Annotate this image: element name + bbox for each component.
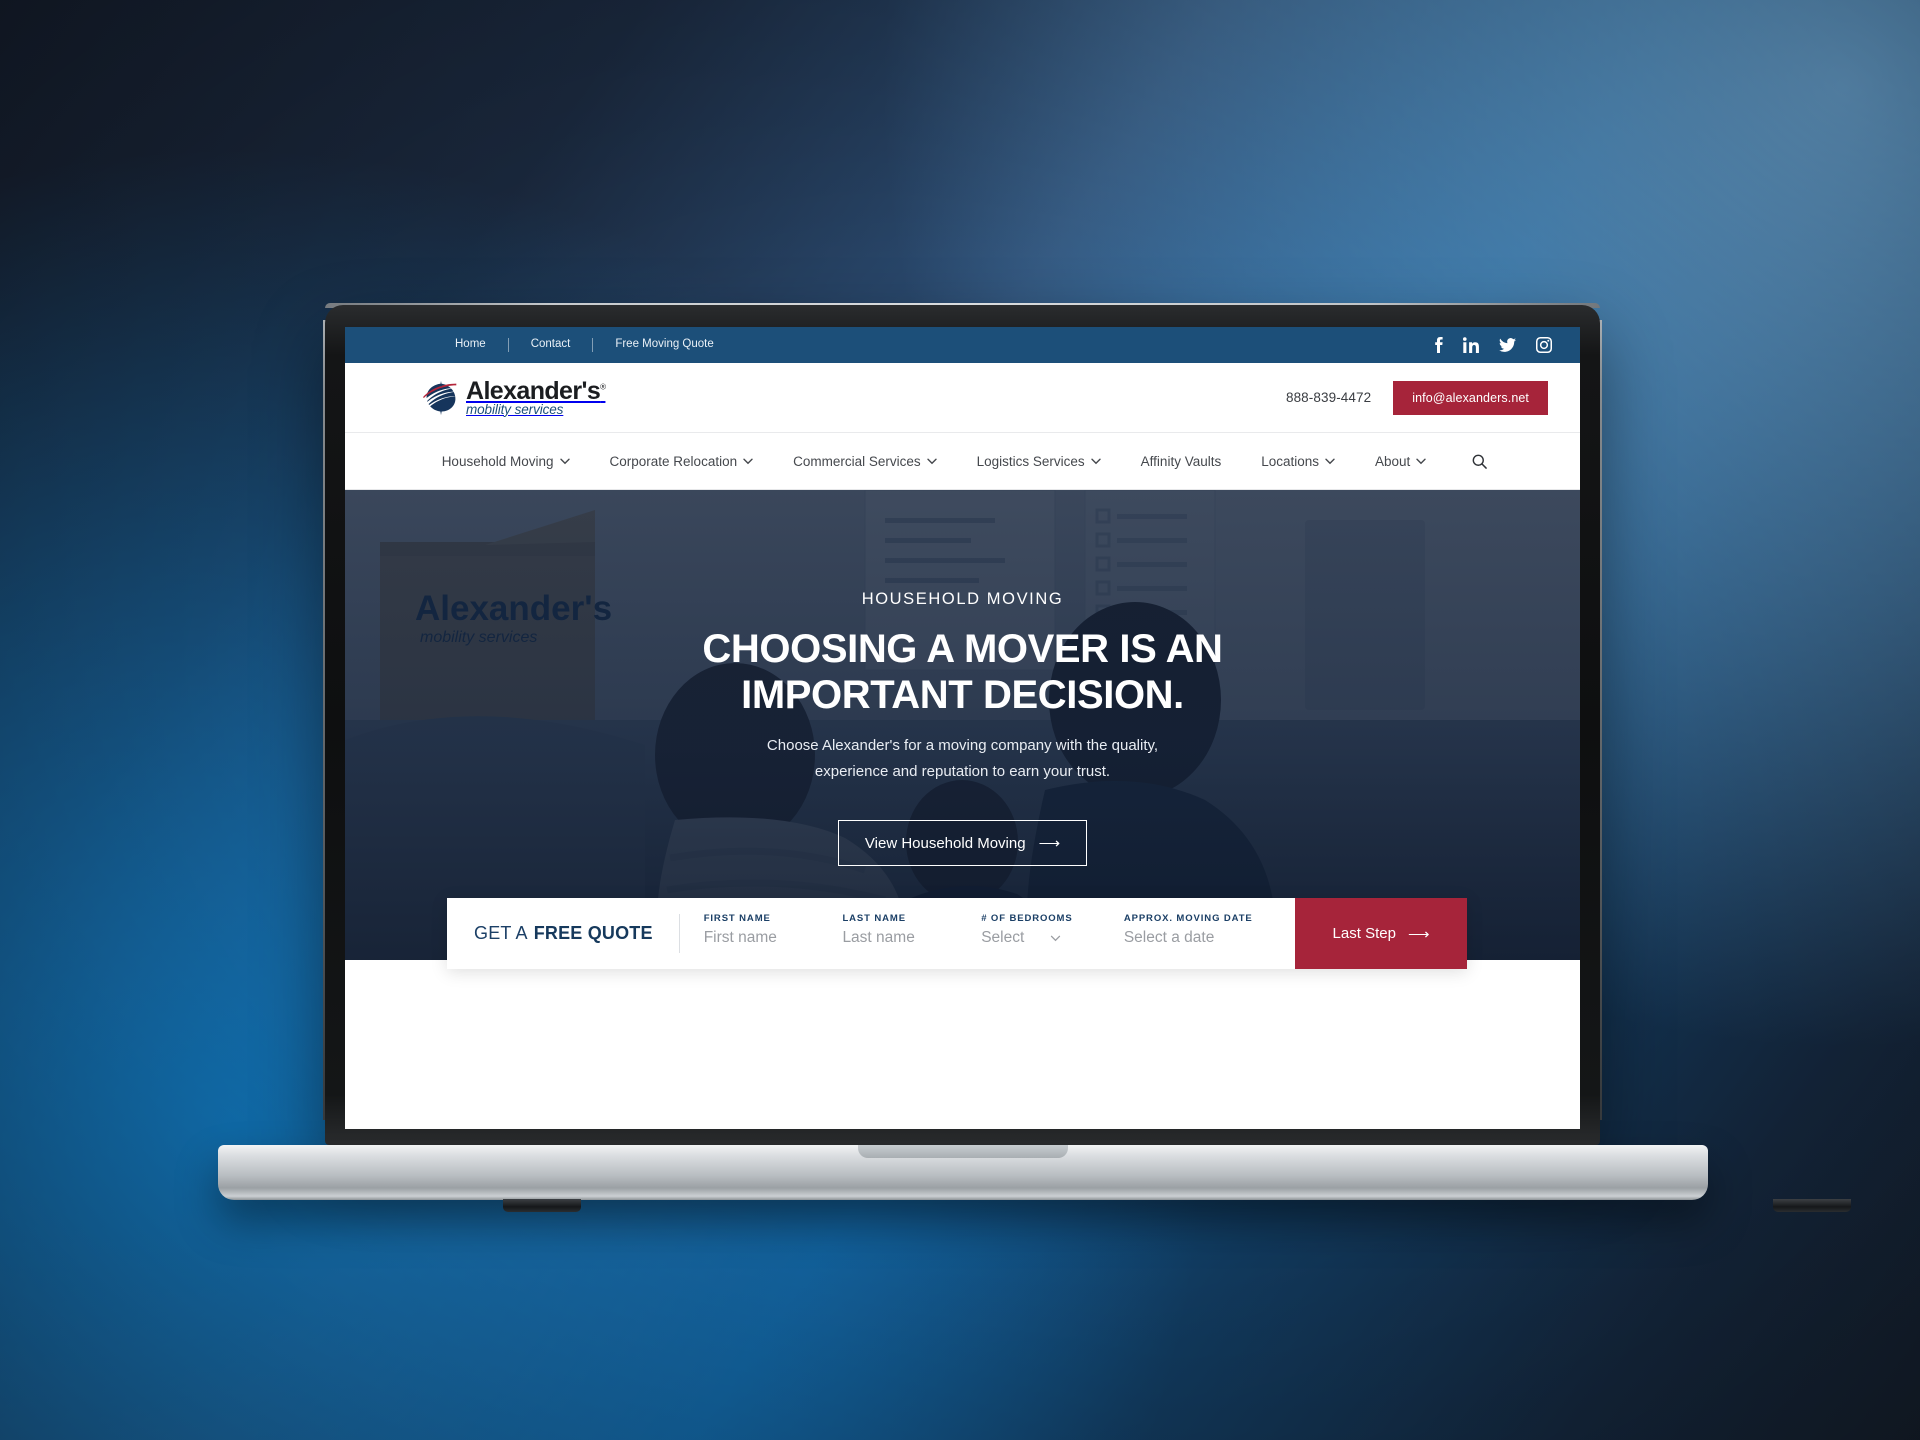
hero-subtitle: Choose Alexander's for a moving company … <box>345 733 1580 785</box>
quote-title-light: GET A <box>474 923 528 943</box>
chevron-down-icon <box>1325 458 1335 464</box>
email-button[interactable]: info@alexanders.net <box>1393 380 1548 415</box>
hero-carousel: Alexander's mobility services <box>345 490 1580 960</box>
field-moving-date: APPROX. MOVING DATE Select a date <box>1100 898 1295 969</box>
nav-label: Corporate Relocation <box>609 453 738 469</box>
hero-title-line-1: CHOOSING A MOVER IS AN <box>702 627 1223 671</box>
hero-subtitle-line-2: experience and reputation to earn your t… <box>814 762 1111 780</box>
hero-content: HOUSEHOLD MOVING CHOOSING A MOVER IS AN … <box>345 490 1580 867</box>
logo-wordmark: Alexander's® mobility services <box>466 376 606 417</box>
free-quote-form: GET A FREE QUOTE FIRST NAME First name L… <box>447 898 1467 969</box>
nav-item-about[interactable]: About <box>1355 454 1446 469</box>
chevron-down-icon <box>743 458 753 464</box>
instagram-icon[interactable] <box>1536 337 1552 353</box>
quote-form-title: GET A FREE QUOTE <box>447 898 679 969</box>
nav-item-logistics-services[interactable]: Logistics Services <box>957 454 1121 469</box>
arrow-right-icon: ⟶ <box>1407 925 1430 943</box>
bedrooms-label: # OF BEDROOMS <box>981 913 1073 924</box>
site-header: Alexander's® mobility services 888-839-4… <box>345 363 1580 433</box>
laptop-foot-right <box>1773 1199 1851 1212</box>
nav-label: Household Moving <box>441 453 554 469</box>
coverage-map <box>345 1092 1580 1129</box>
hero-title: CHOOSING A MOVER IS AN IMPORTANT DECISIO… <box>345 626 1580 719</box>
header-actions: 888-839-4472 info@alexanders.net <box>1286 380 1548 415</box>
browser-viewport: Home Contact Free Moving Quote Alexander… <box>345 327 1580 1129</box>
nav-item-household-moving[interactable]: Household Moving <box>422 454 590 469</box>
quote-title-bold: FREE QUOTE <box>533 923 653 943</box>
moving-date-label: APPROX. MOVING DATE <box>1123 913 1253 924</box>
chevron-down-icon <box>1051 935 1061 941</box>
nav-label: Locations <box>1261 453 1320 469</box>
laptop-foot-left <box>503 1199 581 1212</box>
moving-date-input[interactable]: Select a date <box>1124 929 1295 947</box>
nav-label: Logistics Services <box>976 453 1085 469</box>
laptop-base <box>218 1145 1851 1212</box>
chevron-down-icon <box>1416 458 1426 464</box>
topbar-link-free-moving-quote[interactable]: Free Moving Quote <box>593 339 735 351</box>
nav-label: About <box>1375 453 1411 469</box>
search-icon[interactable] <box>1446 454 1503 469</box>
nav-item-commercial-services[interactable]: Commercial Services <box>773 454 957 469</box>
chevron-down-icon <box>559 458 570 464</box>
nav-item-locations[interactable]: Locations <box>1241 454 1355 469</box>
logo-registered-mark: ® <box>600 382 606 392</box>
hero-eyebrow: HOUSEHOLD MOVING <box>861 590 1064 608</box>
first-name-label: FIRST NAME <box>703 913 771 924</box>
logo-tagline: mobility services <box>466 401 564 417</box>
linkedin-icon[interactable] <box>1463 337 1479 353</box>
first-name-input[interactable]: First name <box>704 929 819 947</box>
utility-topbar: Home Contact Free Moving Quote <box>345 327 1580 363</box>
bedrooms-select[interactable]: Select <box>981 929 1100 947</box>
topbar-link-home[interactable]: Home <box>455 339 508 351</box>
social-links <box>1434 337 1552 353</box>
field-last-name: LAST NAME Last name <box>818 898 957 969</box>
header-phone[interactable]: 888-839-4472 <box>1286 390 1371 405</box>
last-name-label: LAST NAME <box>842 913 906 924</box>
nav-item-affinity-vaults[interactable]: Affinity Vaults <box>1121 454 1242 469</box>
hero-cta-button[interactable]: View Household Moving ⟶ <box>837 820 1088 867</box>
hero-cta-label: View Household Moving <box>864 834 1026 852</box>
last-step-label: Last Step <box>1332 925 1396 942</box>
topbar-link-contact[interactable]: Contact <box>509 339 593 351</box>
twitter-icon[interactable] <box>1499 338 1516 352</box>
last-step-button[interactable]: Last Step ⟶ <box>1295 898 1467 969</box>
laptop-base-notch <box>858 1145 1068 1158</box>
arrow-right-icon: ⟶ <box>1038 835 1061 853</box>
hero-subtitle-line-1: Choose Alexander's for a moving company … <box>766 736 1159 754</box>
nav-label: Affinity Vaults <box>1140 453 1222 469</box>
nav-label: Commercial Services <box>793 453 921 469</box>
chevron-down-icon <box>1090 458 1101 464</box>
site-logo[interactable]: Alexander's® mobility services <box>423 376 606 417</box>
facebook-icon[interactable] <box>1434 337 1443 353</box>
bedrooms-selected-value: Select <box>981 929 1025 946</box>
nav-item-corporate-relocation[interactable]: Corporate Relocation <box>590 454 774 469</box>
main-navigation: Household Moving Corporate Relocation Co… <box>345 433 1580 490</box>
laptop-mockup: Home Contact Free Moving Quote Alexander… <box>0 0 1920 1440</box>
field-bedrooms: # OF BEDROOMS Select <box>957 898 1100 969</box>
chevron-down-icon <box>926 458 937 464</box>
alexanders-globe-swoosh-icon <box>423 380 459 416</box>
logo-name: Alexander's <box>466 376 601 405</box>
topbar-links: Home Contact Free Moving Quote <box>455 338 736 352</box>
hero-title-line-2: IMPORTANT DECISION. <box>741 673 1184 718</box>
field-first-name: FIRST NAME First name <box>680 898 819 969</box>
laptop-lid: Home Contact Free Moving Quote Alexander… <box>325 305 1600 1145</box>
last-name-input[interactable]: Last name <box>842 929 957 947</box>
quote-section: GET A FREE QUOTE FIRST NAME First name L… <box>345 898 1580 1129</box>
